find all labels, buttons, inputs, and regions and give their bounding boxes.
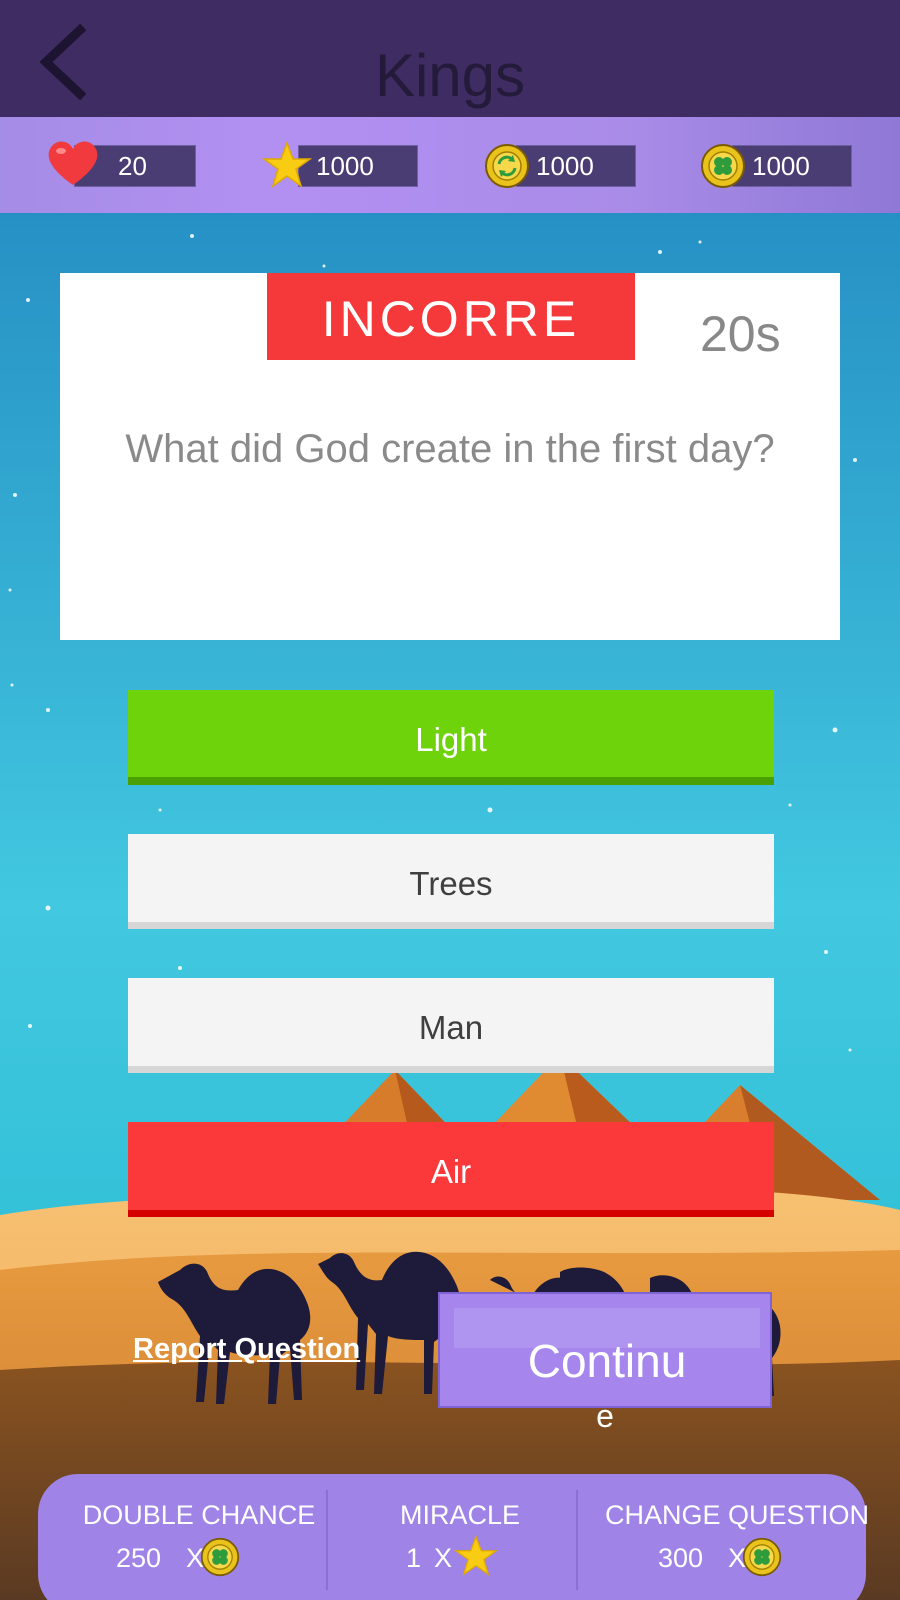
answer-option-correct[interactable]: Light [128, 690, 774, 785]
stars-value: 1000 [316, 151, 374, 181]
continue-label: Continu [527, 1335, 687, 1387]
star-icon [262, 141, 312, 188]
answer-option[interactable]: Man [128, 978, 774, 1073]
clover-coins-value: 1000 [752, 151, 810, 181]
continue-label-overflow: e [596, 1398, 614, 1434]
miracle-powerup[interactable]: MIRACLE 1 X [350, 1500, 570, 1581]
powerup-multiplier: X [434, 1543, 453, 1573]
change-question-powerup[interactable]: CHANGE QUESTION 300 X [592, 1500, 882, 1581]
timer: 20s [700, 306, 781, 362]
refresh-coins-value: 1000 [536, 151, 594, 181]
refresh-coin-icon [485, 144, 529, 188]
powerup-name: MIRACLE [399, 1500, 521, 1530]
page-title: Kings [374, 42, 526, 109]
powerup-cost: 300 [658, 1543, 704, 1573]
clover-coin-icon [742, 1537, 782, 1577]
powerup-cost: 250 [116, 1543, 162, 1573]
result-banner: INCORRE [267, 273, 635, 360]
double-chance-powerup[interactable]: DOUBLE CHANCE 250 X [74, 1500, 324, 1581]
continue-button[interactable]: Continu [438, 1292, 772, 1408]
lives-stat: 20 [46, 141, 198, 187]
stars-stat: 1000 [262, 141, 418, 188]
powerup-name: CHANGE QUESTION [604, 1500, 870, 1530]
refresh-coins-stat: 1000 [484, 144, 636, 188]
powerup-cost: 1 [406, 1543, 422, 1573]
top-bar: Kings [0, 0, 900, 117]
star-icon [454, 1535, 498, 1577]
answer-option-wrong[interactable]: Air [128, 1122, 774, 1217]
clover-coin-icon [701, 144, 745, 188]
question-text: What did God create in the first day? [125, 427, 775, 471]
stats-bar: 20 1000 1000 1000 [0, 117, 900, 213]
powerup-name: DOUBLE CHANCE [82, 1500, 316, 1530]
heart-icon [48, 141, 98, 185]
clover-coins-stat: 1000 [700, 144, 852, 188]
clover-coin-icon [200, 1537, 240, 1577]
report-question-link[interactable]: Report Question [133, 1333, 360, 1366]
answer-option[interactable]: Trees [128, 834, 774, 929]
lives-value: 20 [118, 151, 147, 181]
